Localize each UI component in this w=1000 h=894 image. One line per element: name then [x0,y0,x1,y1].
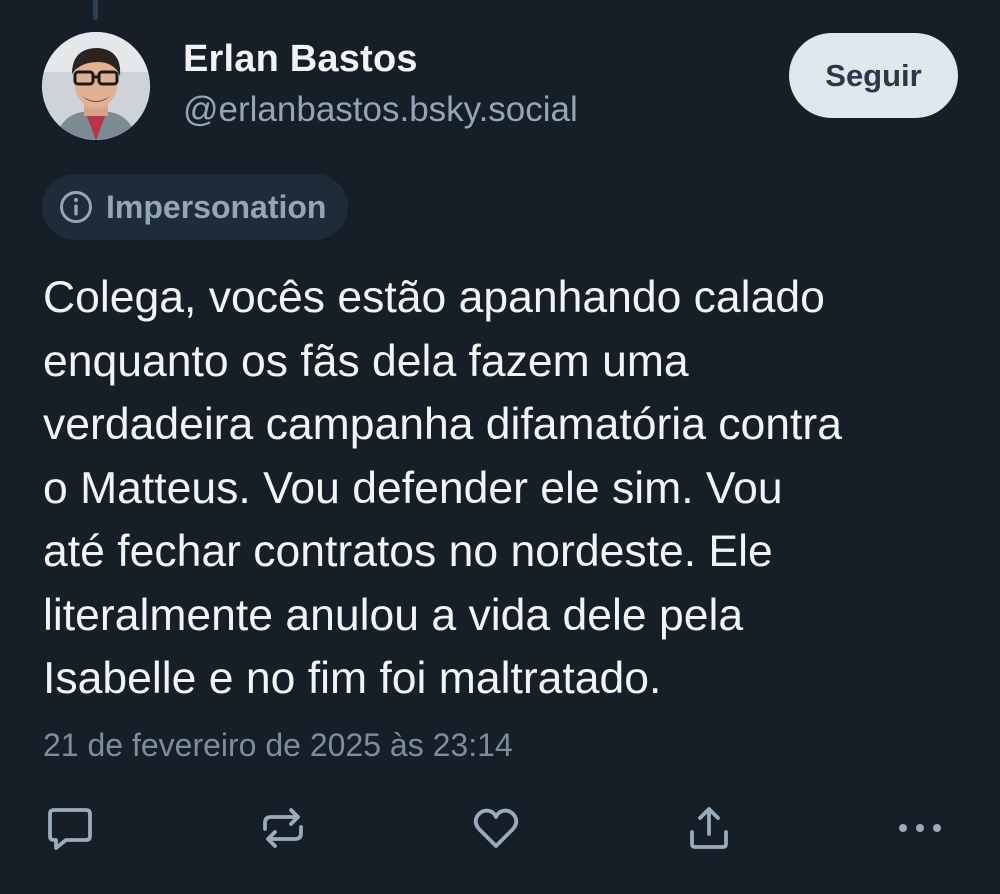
post-text-line: verdadeira campanha difamatória contra [43,400,842,449]
post-text-line: Isabelle e no fim foi maltratado. [43,654,662,703]
thread-connector-line [93,0,98,20]
post-text: Colega, vocês estão apanhando calado enq… [43,266,978,711]
moderation-label-text: Impersonation [106,188,327,225]
post-text-line: literalmente anulou a vida dele pela [43,590,744,640]
share-icon [690,807,728,849]
follow-button[interactable]: Seguir [789,33,958,118]
moderation-label-chip[interactable]: Impersonation [42,174,349,240]
reply-icon [48,808,92,850]
post-text-line: enquanto os fãs dela fazem uma [43,336,689,386]
avatar[interactable] [42,32,150,140]
reply-button[interactable] [42,800,98,856]
post-text-line: Colega, vocês estão apanhando calado [43,273,825,322]
author-display-name[interactable]: Erlan Bastos [183,38,418,81]
share-button[interactable] [681,800,737,856]
profile-photo-icon [42,32,150,140]
more-options-button[interactable] [892,800,948,856]
like-button[interactable] [468,800,524,856]
post-timestamp: 21 de fevereiro de 2025 às 23:14 [43,727,513,763]
post-text-line: o Matteus. Vou defender ele sim. Vou [43,463,783,513]
post-text-line: até fechar contratos no nordeste. Ele [43,527,773,576]
author-handle[interactable]: @erlanbastos.bsky.social [183,90,578,130]
more-options-icon [899,824,941,832]
repost-icon [263,808,303,848]
info-icon [60,191,92,223]
repost-button[interactable] [255,800,311,856]
like-icon [473,808,519,848]
